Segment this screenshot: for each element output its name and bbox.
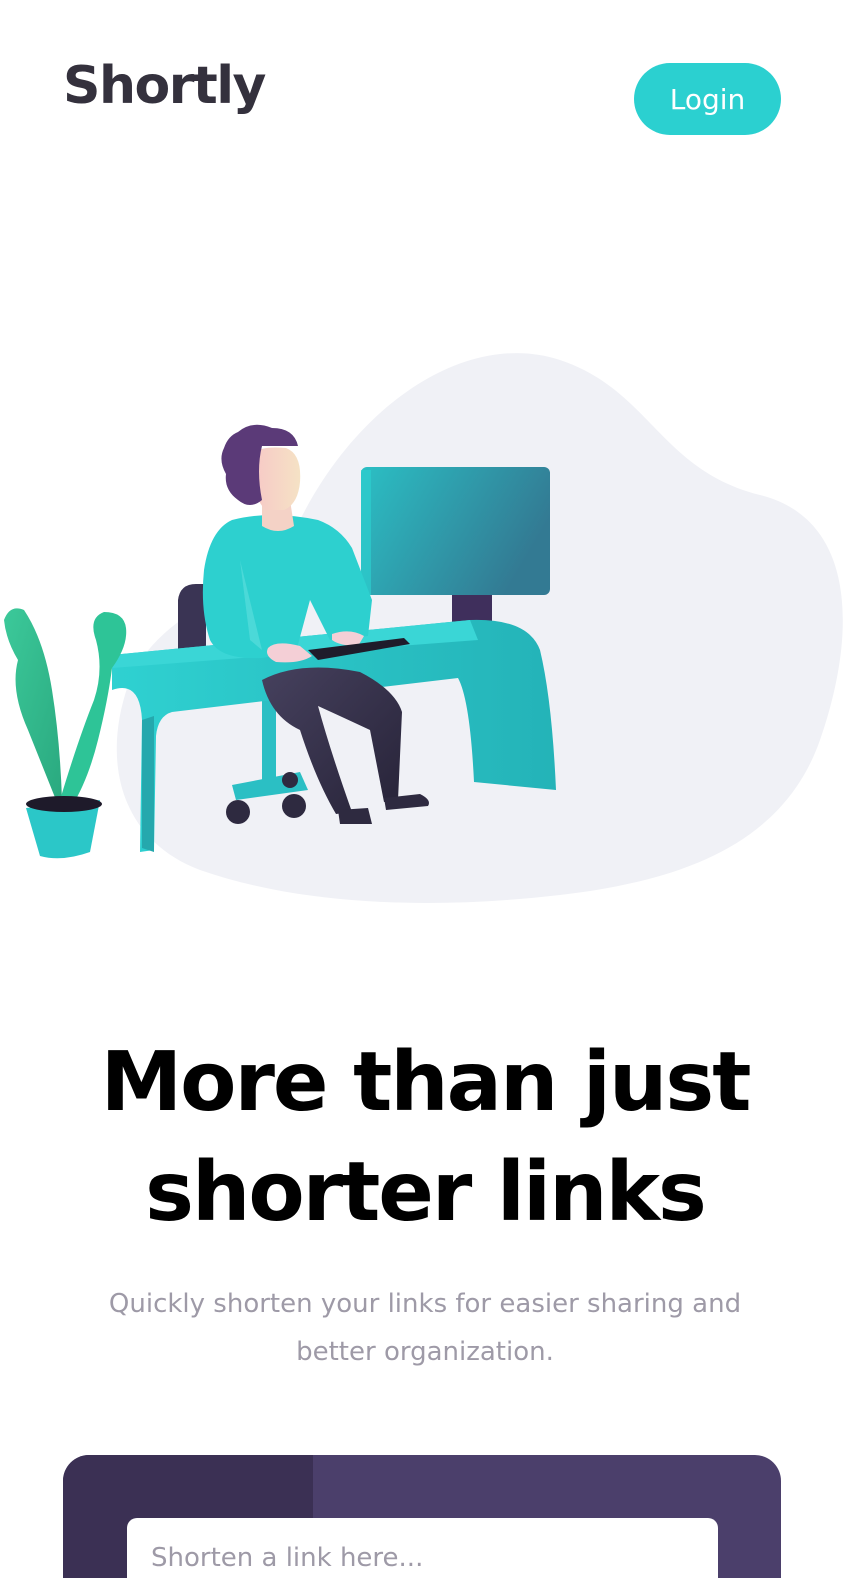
login-button[interactable]: Login — [634, 63, 781, 135]
hero-subtext: Quickly shorten your links for easier sh… — [108, 1289, 742, 1367]
monitor — [361, 467, 550, 595]
headline-line-1: More than just — [100, 1035, 752, 1130]
site-header: Shortly Login — [0, 0, 850, 200]
shorten-link-input[interactable] — [127, 1518, 718, 1578]
hero-illustration — [0, 340, 850, 920]
headline-line-2: shorter links — [145, 1145, 707, 1240]
shorten-panel — [63, 1455, 781, 1578]
logo[interactable]: Shortly — [63, 60, 266, 112]
hero-headline: More than just shorter links — [0, 1028, 850, 1248]
plant-leaves — [4, 608, 62, 800]
